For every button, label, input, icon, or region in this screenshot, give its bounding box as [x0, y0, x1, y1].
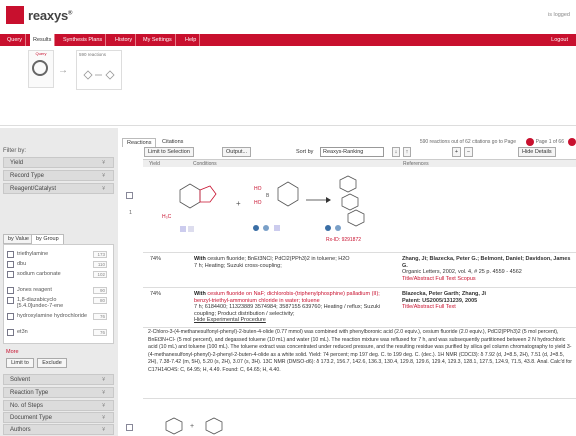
- chevron-down-icon: ¥: [102, 415, 105, 421]
- rx-id[interactable]: Rx-ID: 9291872: [326, 237, 361, 243]
- col-references: References: [403, 161, 429, 167]
- sort-label: Sort by: [296, 149, 314, 155]
- reaction-scheme-icon[interactable]: +: [146, 414, 246, 436]
- output-button[interactable]: Output...: [222, 147, 252, 157]
- results-count: 590 reactions out of 62 citations go to …: [419, 139, 516, 145]
- checkbox[interactable]: [7, 329, 14, 336]
- nav-my-settings[interactable]: My Settings: [140, 34, 176, 46]
- sort-desc-icon[interactable]: ↓: [392, 147, 400, 157]
- entry-yield: 74%: [150, 256, 162, 262]
- row-divider: [143, 327, 576, 328]
- checkbox[interactable]: [7, 261, 14, 268]
- nav-query[interactable]: Query: [4, 34, 26, 46]
- nav-help[interactable]: Help: [182, 34, 201, 46]
- svg-text:H₃C: H₃C: [162, 214, 172, 220]
- facet-yield[interactable]: Yield ¥: [3, 157, 114, 168]
- nav-synthesis-plans[interactable]: Synthesis Plans: [60, 34, 107, 46]
- chevron-down-icon: ¥: [102, 403, 105, 409]
- checkbox[interactable]: [7, 297, 14, 304]
- flow-arrow-icon: →: [58, 65, 68, 76]
- facet-solvent[interactable]: Solvent ¥: [3, 374, 114, 385]
- tab-citations[interactable]: Citations: [158, 138, 187, 147]
- hide-details-button[interactable]: Hide Details: [518, 147, 556, 157]
- zoom-out-icon[interactable]: −: [464, 147, 473, 157]
- col-conditions: Conditions: [193, 161, 217, 167]
- facet-document-type[interactable]: Document Type ¥: [3, 412, 114, 423]
- chevron-down-icon: ¥: [102, 160, 105, 166]
- checkbox[interactable]: [7, 313, 14, 320]
- reaxys-logo-icon: [6, 6, 24, 24]
- reactions-label: 590 reactions: [79, 52, 107, 57]
- nav-results[interactable]: Results: [30, 34, 56, 46]
- app-title: reaxys®: [28, 8, 73, 23]
- query-label: Query: [35, 51, 47, 56]
- row-number: 1: [129, 210, 133, 216]
- subtab-row: by Value by Group: [3, 234, 114, 244]
- svg-text:+: +: [190, 423, 194, 430]
- limit-selection-button[interactable]: Limit to Selection: [144, 147, 194, 157]
- app-header: reaxys® is logged: [0, 0, 576, 34]
- svg-text:B: B: [266, 193, 270, 199]
- results-column-header: Yield Conditions References: [143, 159, 576, 167]
- facet-record-type[interactable]: Record Type ¥: [3, 170, 114, 181]
- facet-reaction-type[interactable]: Reaction Type ¥: [3, 387, 114, 398]
- nav-history[interactable]: History: [112, 34, 137, 46]
- svg-text:HO: HO: [254, 186, 262, 192]
- limit-to-button[interactable]: Limit to: [6, 358, 34, 368]
- reagent-options-list: triethylamine 173 dbu 110 sodium carbonate…: [3, 244, 114, 344]
- svg-text:+: +: [236, 199, 241, 208]
- tab-reactions[interactable]: Reactions: [122, 138, 157, 147]
- entry-reference: Zhang, Ji; Blazecka, Peter G.; Belmont, …: [402, 256, 571, 282]
- chevron-down-icon: ¥: [102, 377, 105, 383]
- row-divider: [143, 252, 576, 253]
- chevron-up-icon: ¥: [102, 186, 105, 192]
- reaction-scheme-icon[interactable]: H₃C + HO HO B: [150, 170, 380, 240]
- sort-asc-icon[interactable]: ↑: [403, 147, 411, 157]
- subtab-by-value[interactable]: by Value: [3, 234, 34, 244]
- row-divider: [143, 398, 576, 399]
- subtab-by-group[interactable]: by Group: [31, 234, 64, 244]
- hide-procedure-link[interactable]: Hide Experimental Procedure: [194, 317, 266, 323]
- mini-reaction-icon: [83, 70, 115, 80]
- facet-no-of-steps[interactable]: No. of Steps ¥: [3, 400, 114, 411]
- next-page-icon[interactable]: [568, 138, 576, 146]
- svg-text:HO: HO: [254, 200, 262, 206]
- checkbox[interactable]: [7, 251, 14, 258]
- filter-title: Filter by:: [3, 148, 27, 154]
- logout-link[interactable]: Logout: [551, 34, 568, 46]
- chevron-down-icon: ¥: [102, 427, 105, 433]
- entry-conditions: With cesium fluoride on NaF; dichlorobis…: [194, 291, 381, 323]
- col-yield: Yield: [149, 161, 160, 167]
- checkbox[interactable]: [7, 287, 14, 294]
- facet-reagent-catalyst[interactable]: Reagent/Catalyst ¥: [3, 183, 114, 194]
- experimental-procedure: 2-Chloro-3-(4-methanesulfonyl-phenyl)-2-…: [148, 329, 573, 373]
- sort-select[interactable]: Reaxys-Ranking: [320, 147, 384, 157]
- facet-authors[interactable]: Authors ¥: [3, 424, 114, 435]
- exclude-button[interactable]: Exclude: [37, 358, 67, 368]
- zoom-in-icon[interactable]: +: [452, 147, 461, 157]
- chevron-down-icon: ¥: [102, 173, 105, 179]
- entry-conditions: With cesium fluoride; BnEt3NCl; PdCl2(PP…: [194, 256, 350, 269]
- row-checkbox[interactable]: [126, 192, 133, 199]
- user-info: is logged: [547, 12, 570, 18]
- go-page-icon[interactable]: [526, 138, 534, 146]
- row-checkbox[interactable]: [126, 424, 133, 431]
- row-divider: [143, 287, 576, 288]
- entry-yield: 74%: [150, 291, 162, 297]
- reference-links[interactable]: Title/Abstract Full Text: [402, 304, 456, 310]
- more-link[interactable]: More: [6, 349, 19, 355]
- reference-links[interactable]: Title/Abstract Full Text Scopus: [402, 276, 476, 282]
- magnifier-icon: [32, 60, 48, 76]
- entry-reference: Blazecka, Peter Garth; Zhang, Ji Patent: …: [402, 291, 487, 310]
- chevron-down-icon: ¥: [102, 390, 105, 396]
- checkbox[interactable]: [7, 271, 14, 278]
- page-info: Page 1 of 66: [535, 139, 564, 145]
- main-nav: Query Results Synthesis Plans History My…: [0, 34, 576, 46]
